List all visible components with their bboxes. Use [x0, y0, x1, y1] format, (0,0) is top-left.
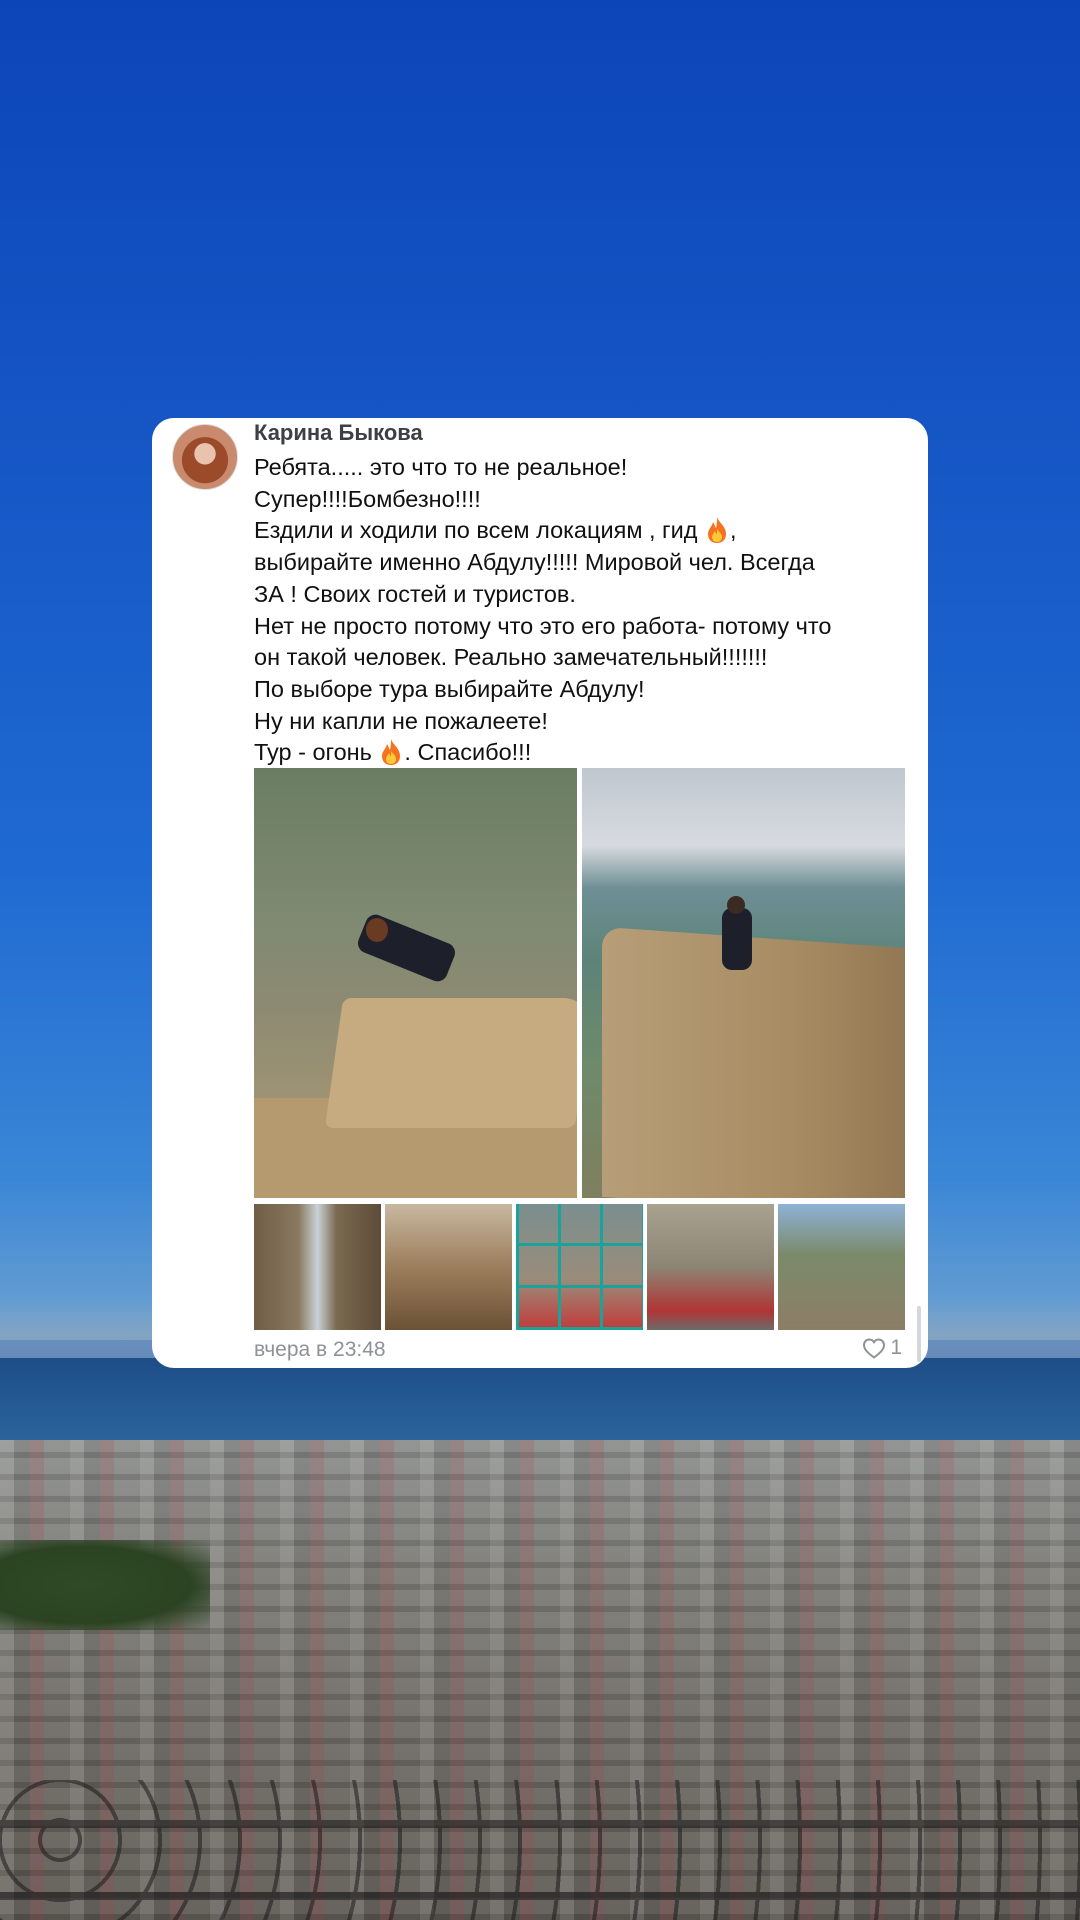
comment-text: Ребята..... это что то не реальное! Супе…	[254, 452, 914, 769]
comment-line-text: . Спасибо!!!	[404, 739, 532, 766]
comment-line: По выборе тура выбирайте Абдулу!	[254, 675, 645, 702]
comment-card: Карина Быкова Ребята..... это что то не …	[152, 418, 928, 1368]
rock-cliff	[602, 926, 905, 1198]
comment-line: ЗА ! Своих гостей и туристов.	[254, 580, 576, 607]
heart-outline-icon	[863, 1338, 886, 1359]
avatar[interactable]	[172, 424, 238, 490]
rock-ledge	[324, 998, 577, 1128]
like-count: 1	[890, 1336, 902, 1359]
iron-fence	[0, 1780, 1080, 1920]
photo-1[interactable]	[254, 768, 577, 1198]
fire-emoji-icon	[382, 739, 401, 766]
person-head	[366, 918, 388, 942]
photo-thumb-1[interactable]	[254, 1204, 381, 1330]
comment-line: Тур - огонь . Спасибо!!!	[254, 737, 914, 769]
timestamp: вчера в 23:48	[254, 1338, 386, 1361]
comment-line: Нет не просто потому что это его работа-…	[254, 612, 832, 639]
photo-thumb-4[interactable]	[647, 1204, 774, 1330]
photo-thumb-2[interactable]	[385, 1204, 512, 1330]
sea	[0, 1358, 1080, 1450]
comment-line: Ну ни капли не пожалеете!	[254, 707, 548, 734]
fire-emoji-icon	[708, 517, 727, 544]
photo-thumb-3[interactable]	[516, 1204, 643, 1330]
photo-2[interactable]	[582, 768, 905, 1198]
comment-line: Ездили и ходили по всем локациям , гид ,	[254, 517, 737, 544]
author-name[interactable]: Карина Быкова	[254, 420, 423, 446]
person	[722, 908, 752, 970]
comment-line-text: Ездили и ходили по всем локациям , гид	[254, 517, 698, 544]
scrollbar[interactable]	[917, 1306, 921, 1362]
photo-thumb-5[interactable]	[778, 1204, 905, 1330]
comment-line: Ребята..... это что то не реальное!	[254, 454, 628, 480]
comment-line: он такой человек. Реально замечательный!…	[254, 644, 768, 671]
thumbnail-row	[254, 1204, 906, 1330]
like-button[interactable]: 1	[862, 1336, 902, 1360]
comment-line: Супер!!!!Бомбезно!!!!	[254, 485, 481, 512]
trees	[0, 1540, 210, 1630]
comment-line-text: Тур - огонь	[254, 739, 372, 766]
person-head	[727, 896, 745, 914]
comment-line: выбирайте именно Абдулу!!!!! Мировой чел…	[254, 549, 815, 576]
